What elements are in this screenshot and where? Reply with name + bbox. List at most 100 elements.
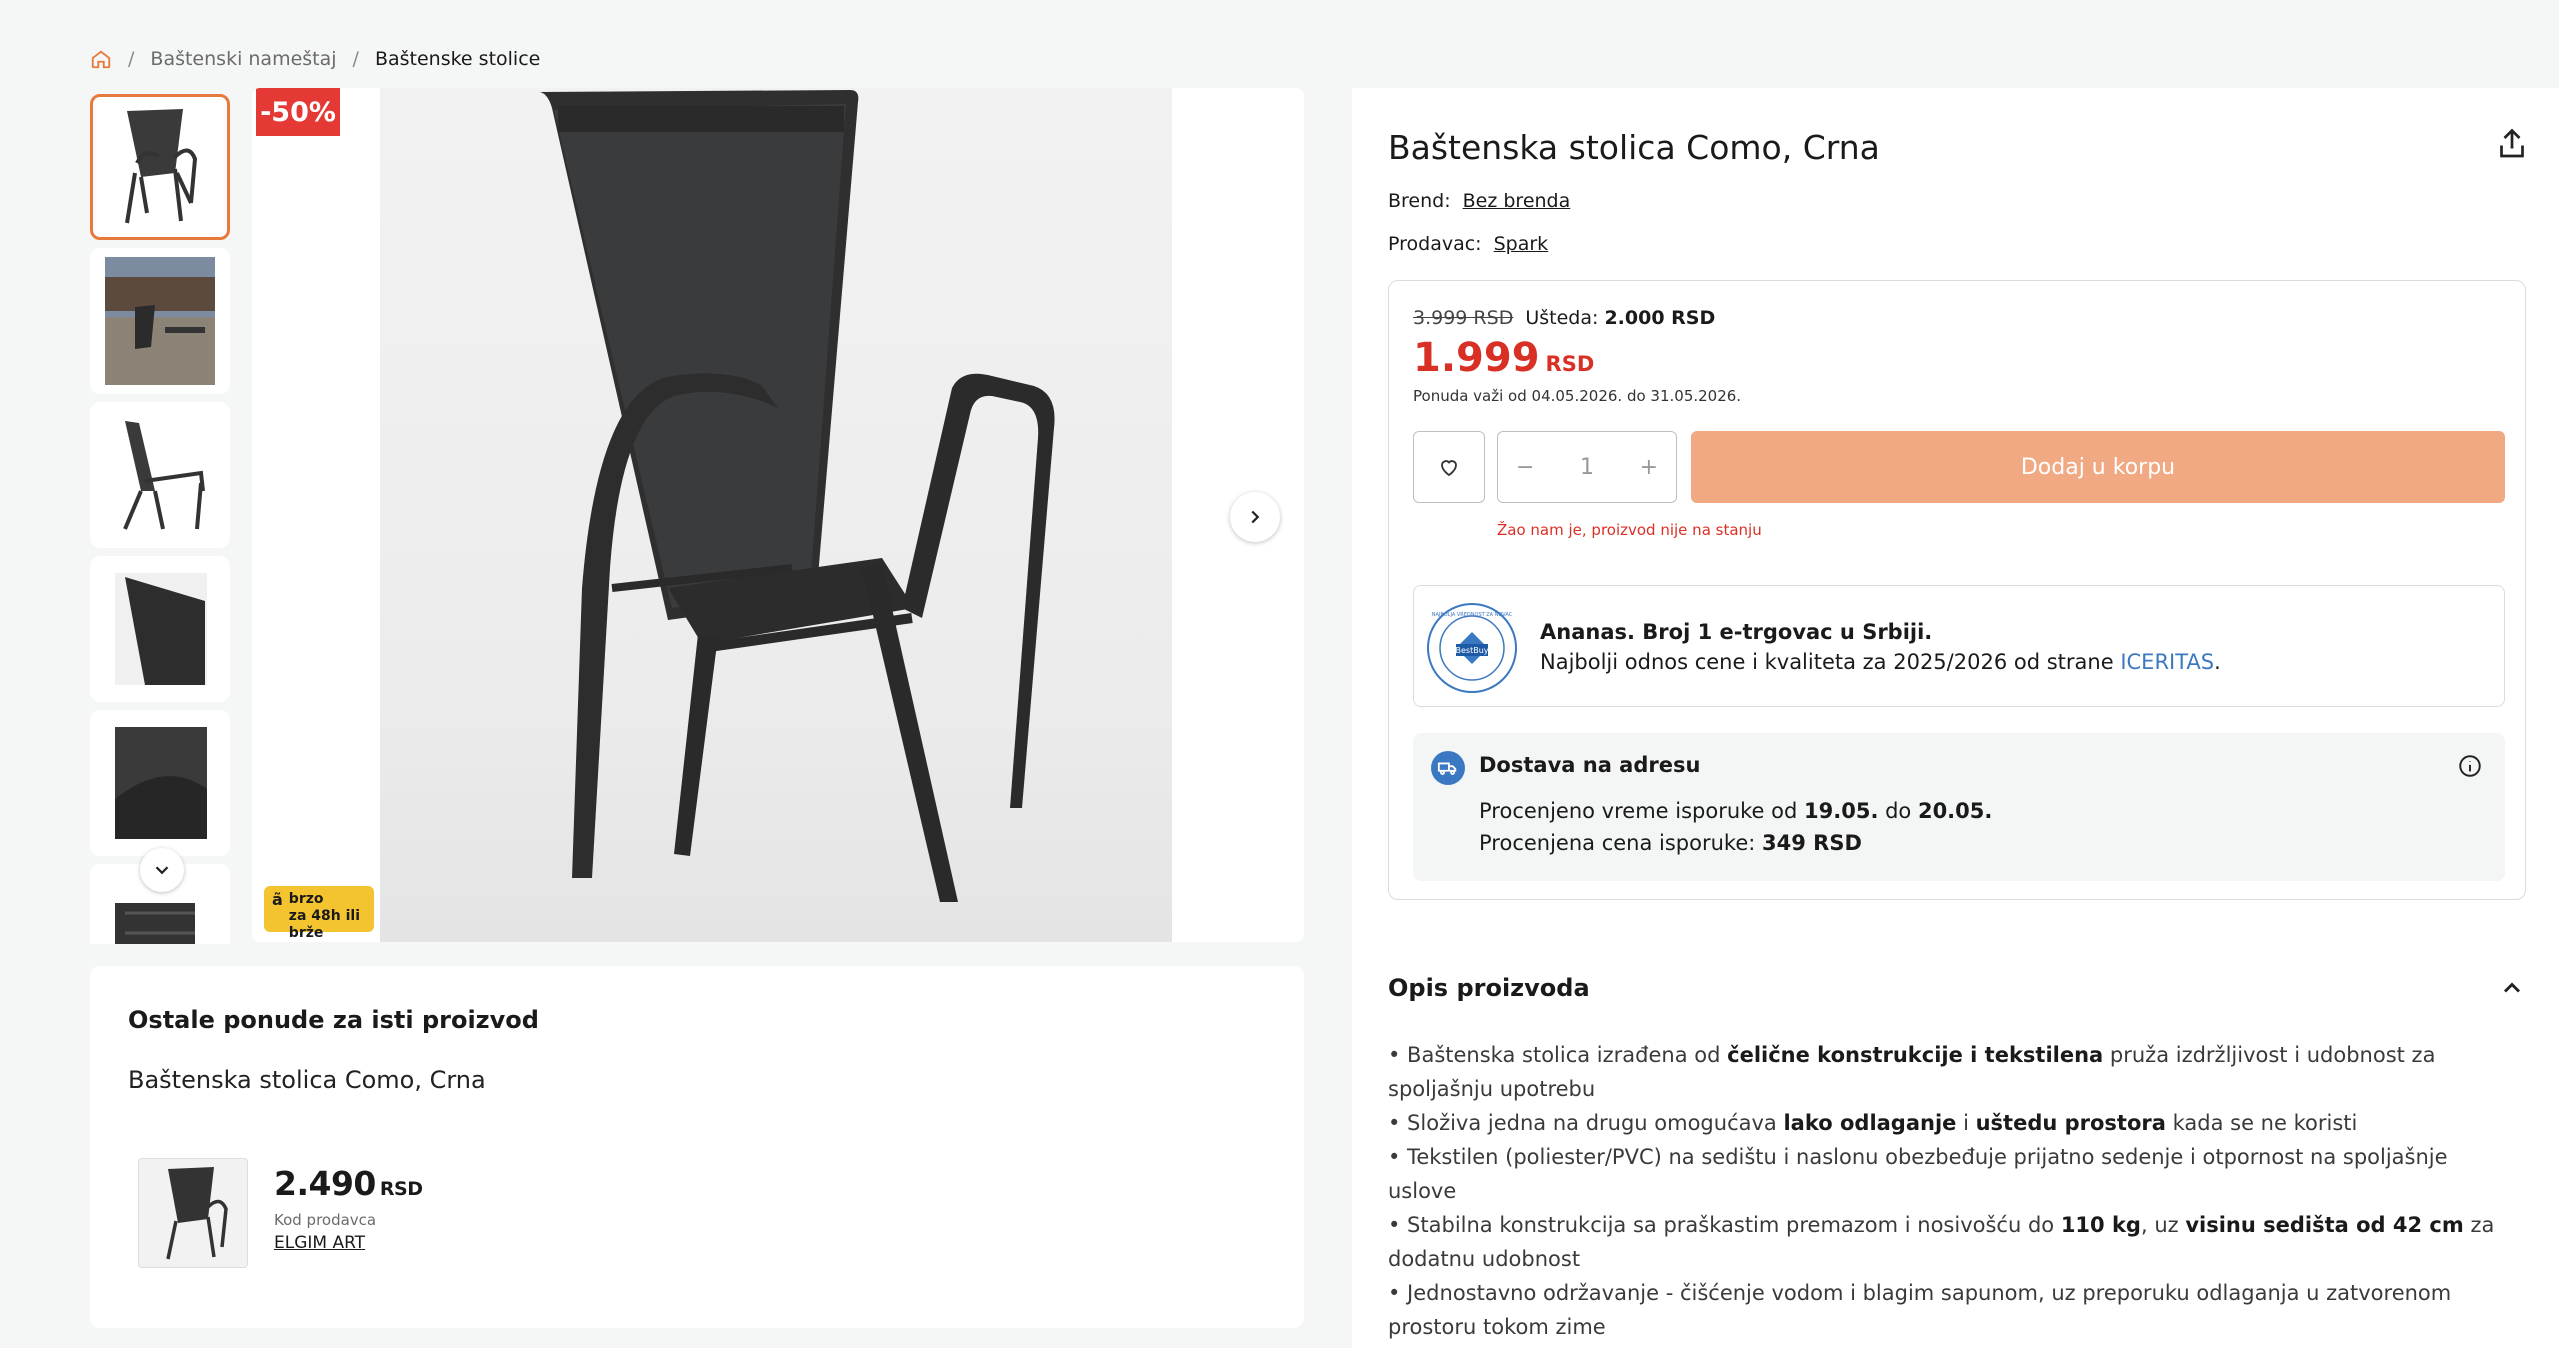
other-offers-section: Ostale ponude za isti proizvod Baštenska… (90, 966, 1304, 1328)
bestbuy-subtitle-text: Najbolji odnos cene i kvaliteta za 2025/… (1540, 650, 2121, 674)
quantity-increase-button[interactable]: + (1640, 455, 1658, 480)
current-price-value: 1.999 (1413, 335, 1540, 381)
fast-delivery-line2: za 48h ili brže (288, 908, 360, 941)
add-to-cart-button[interactable]: Dodaj u korpu (1691, 431, 2505, 503)
bestbuy-subtitle: Najbolji odnos cene i kvaliteta za 2025/… (1540, 650, 2221, 674)
thumbnail-3[interactable] (90, 402, 230, 548)
patio-photo-thumbnail (105, 257, 215, 385)
current-price: 1.999 RSD (1413, 335, 1594, 381)
fast-delivery-line1: brzo (288, 891, 324, 907)
bestbuy-badge-icon: BestBuy NAJBOLJA VREDNOST ZA NOVAC (1427, 603, 1517, 693)
product-title: Baštenska stolica Como, Crna (1388, 128, 1880, 167)
delivery-time-from: 19.05. (1804, 799, 1879, 823)
description-bold: lako odlaganje (1783, 1111, 1957, 1135)
out-of-stock-message: Žao nam je, proizvod nije na stanju (1497, 521, 1762, 539)
iceritas-link[interactable]: ICERITAS (2120, 650, 2214, 674)
bestbuy-banner: BestBuy NAJBOLJA VREDNOST ZA NOVAC Anana… (1413, 585, 2505, 707)
offer-row[interactable]: 2.490 RSD Kod prodavca ELGIM ART (138, 1158, 423, 1268)
delivery-box: Dostava na adresu Procenjeno vreme ispor… (1413, 733, 2505, 881)
description-text: • Stabilna konstrukcija sa praškastim pr… (1388, 1213, 2061, 1237)
description-bold: visinu sedišta od 42 cm (2185, 1213, 2464, 1237)
fast-delivery-badge: ã brzo za 48h ili brže (264, 886, 374, 941)
other-offers-product-name: Baštenska stolica Como, Crna (128, 1066, 486, 1094)
bestbuy-subtitle-end: . (2214, 650, 2221, 674)
delivery-title: Dostava na adresu (1479, 753, 1701, 777)
chair-armrest-thumbnail (115, 727, 207, 839)
thumbnail-4[interactable] (90, 556, 230, 702)
seller-label: Prodavac: (1388, 233, 1482, 255)
info-icon[interactable] (2457, 753, 2483, 779)
chair-thumbnail-image (125, 109, 198, 224)
description-text: , uz (2140, 1213, 2186, 1237)
main-product-image[interactable]: -50% ã brzo za 48h ili brže (252, 88, 1304, 942)
description-item: • Stabilna konstrukcija sa praškastim pr… (1388, 1208, 2508, 1276)
share-icon[interactable] (2494, 126, 2530, 162)
ananas-logo-icon: ã (272, 890, 283, 909)
description-text: • Baštenska stolica izrađena od (1388, 1043, 1728, 1067)
quantity-decrease-button[interactable]: − (1516, 455, 1534, 480)
heart-icon (1441, 460, 1457, 477)
bestbuy-title: Ananas. Broj 1 e-trgovac u Srbiji. (1540, 620, 1933, 644)
home-icon[interactable] (90, 48, 112, 70)
brand-row: Brend: Bez brenda (1388, 190, 1570, 212)
delivery-time-mid: do (1878, 799, 1918, 823)
offer-price-currency: RSD (379, 1178, 423, 1200)
chair-detail-thumbnail (115, 573, 207, 685)
offer-price-value: 2.490 (274, 1164, 376, 1203)
seller-row: Prodavac: Spark (1388, 233, 1548, 255)
fast-delivery-text: brzo za 48h ili brže (288, 891, 366, 941)
offer-validity: Ponuda važi od 04.05.2026. do 31.05.2026… (1413, 387, 1742, 405)
wishlist-button[interactable] (1413, 431, 1485, 503)
breadcrumb: / Baštenski nameštaj / Baštenske stolice (90, 48, 540, 70)
breadcrumb-item-garden-furniture[interactable]: Baštenski nameštaj (150, 48, 336, 70)
description-item: • Jednostavno održavanje - čišćenje vodo… (1388, 1276, 2508, 1344)
product-details-panel: Baštenska stolica Como, Crna Brend: Bez b… (1352, 88, 2559, 1348)
description-bold: uštedu prostora (1975, 1111, 2166, 1135)
delivery-cost-label: Procenjena cena isporuke: (1479, 831, 1762, 855)
brand-link[interactable]: Bez brenda (1463, 190, 1571, 212)
thumbnail-list (90, 92, 232, 944)
thumbnail-2[interactable] (90, 248, 230, 394)
quantity-input[interactable]: 1 (1580, 455, 1594, 480)
description-bold: 110 kg (2060, 1213, 2141, 1237)
description-item: • Baštenska stolica izrađena od čelične … (1388, 1038, 2508, 1106)
quantity-stepper: − 1 + (1497, 431, 1677, 503)
breadcrumb-separator: / (352, 48, 359, 70)
description-text: • Tekstilen (poliester/PVC) na sedištu i… (1388, 1145, 2448, 1203)
description-bold: čelične konstrukcije i tekstilena (1727, 1043, 2104, 1067)
seller-link[interactable]: Spark (1494, 233, 1549, 255)
thumbnail-5[interactable] (90, 710, 230, 856)
breadcrumb-item-garden-chairs: Baštenske stolice (374, 48, 541, 70)
save-value: 2.000 RSD (1604, 307, 1716, 329)
delivery-cost: Procenjena cena isporuke: 349 RSD (1479, 831, 1862, 855)
offer-price: 2.490 RSD (274, 1164, 423, 1203)
chair-side-thumbnail (123, 421, 205, 530)
offer-seller-link[interactable]: ELGIM ART (274, 1233, 422, 1253)
chevron-down-icon (155, 866, 169, 875)
offer-info: 2.490 RSD Kod prodavca ELGIM ART (274, 1158, 423, 1268)
description-text: • Složiva jedna na drugu omogućava (1388, 1111, 1784, 1135)
description-list: • Baštenska stolica izrađena od čelične … (1388, 1038, 2508, 1344)
delivery-cost-value: 349 RSD (1762, 831, 1862, 855)
thumbnail-1[interactable] (90, 94, 230, 240)
delivery-time-label: Procenjeno vreme isporuke od (1479, 799, 1805, 823)
other-offers-title: Ostale ponude za isti proizvod (128, 1006, 539, 1034)
description-item: • Složiva jedna na drugu omogućava lako … (1388, 1106, 2508, 1140)
price-box: 3.999 RSD Ušteda: 2.000 RSD 1.999 RSD Ponu… (1388, 280, 2526, 900)
next-image-button[interactable] (1230, 492, 1280, 542)
offer-thumbnail[interactable] (138, 1158, 248, 1268)
old-price-line: 3.999 RSD Ušteda: 2.000 RSD (1413, 307, 1715, 329)
description-text: • Jednostavno održavanje - čišćenje vodo… (1388, 1281, 2452, 1339)
description-title: Opis proizvoda (1388, 974, 1590, 1002)
delivery-truck-icon (1431, 751, 1465, 785)
breadcrumb-separator: / (128, 48, 135, 70)
chevron-up-icon[interactable] (2498, 974, 2526, 1002)
bestbuy-badge-ring-text: NAJBOLJA VREDNOST ZA NOVAC (1432, 612, 1513, 618)
brand-label: Brend: (1388, 190, 1451, 212)
delivery-time: Procenjeno vreme isporuke od 19.05. do 2… (1479, 799, 1992, 823)
current-price-currency: RSD (1545, 352, 1595, 376)
thumbnails-scroll-down-button[interactable] (140, 848, 184, 892)
chevron-right-icon (1251, 510, 1260, 524)
delivery-time-to: 20.05. (1917, 799, 1993, 823)
description-text: i (1956, 1111, 1976, 1135)
